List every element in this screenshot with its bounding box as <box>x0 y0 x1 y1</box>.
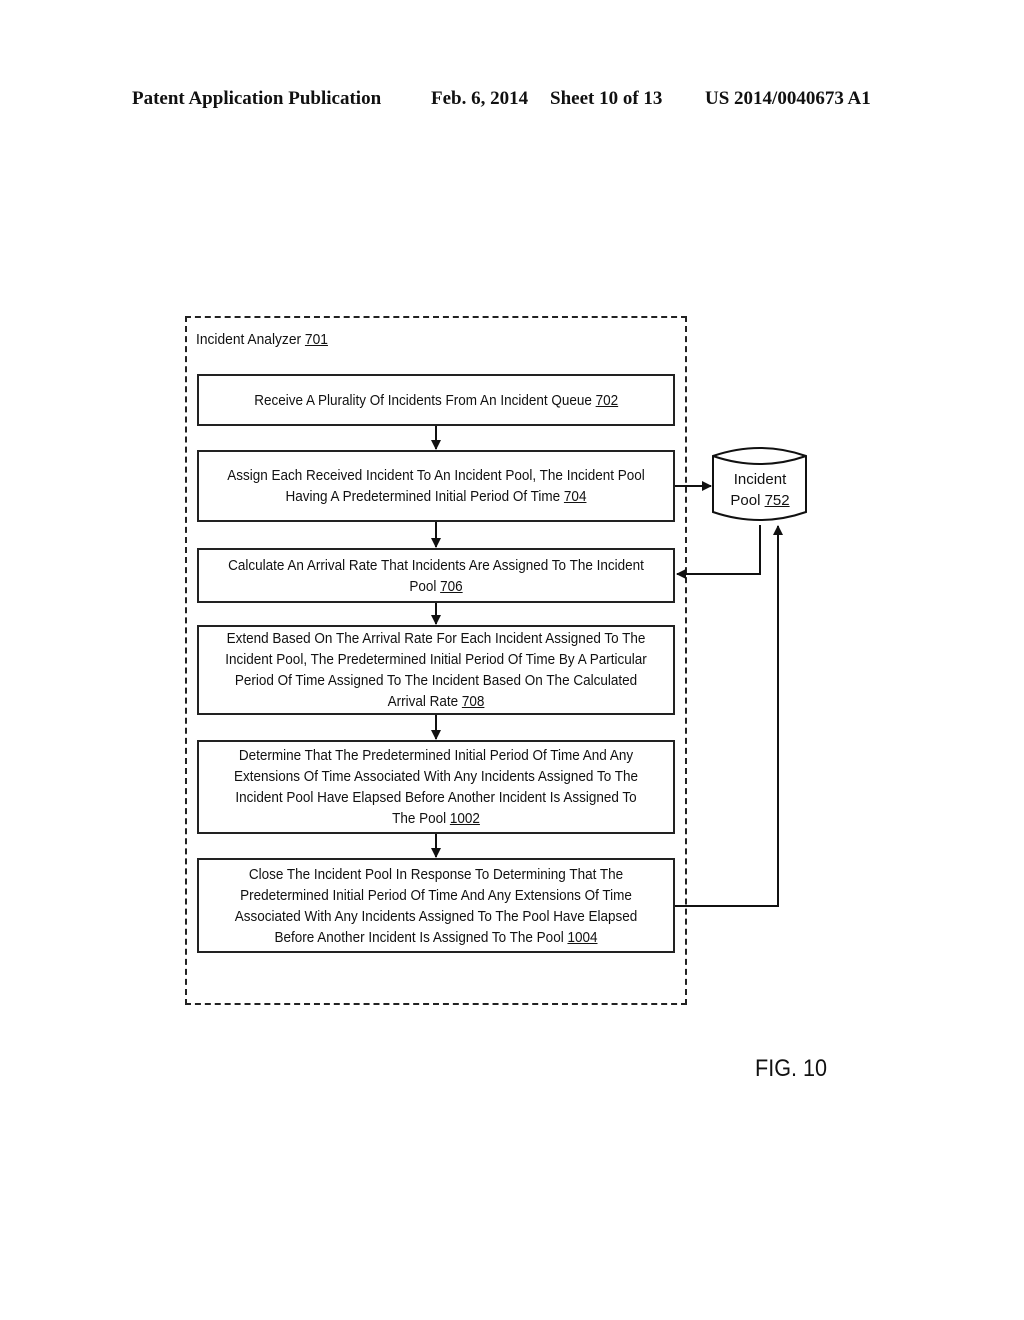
ref-number: 708 <box>461 693 485 710</box>
step-706-calculate-arrival-rate: Calculate An Arrival Rate That Incidents… <box>197 548 675 603</box>
step-704-assign-incident: Assign Each Received Incident To An Inci… <box>197 450 675 522</box>
step-702-receive-incidents: Receive A Plurality Of Incidents From An… <box>197 374 675 426</box>
arrow-1004-to-pool <box>675 525 783 907</box>
step-708-extend-period: Extend Based On The Arrival Rate For Eac… <box>197 625 675 715</box>
step-1004-close-pool: Close The Incident Pool In Response To D… <box>197 858 675 953</box>
incident-pool-label: Incident Pool 752 <box>730 471 790 509</box>
ref-number: 706 <box>440 577 463 595</box>
figure-label: FIG. 10 <box>755 1055 828 1082</box>
step-1002-determine-elapsed: Determine That The Predetermined Initial… <box>197 740 675 834</box>
arrow-pool-to-706 <box>676 525 761 579</box>
ref-number: 702 <box>595 391 618 409</box>
ref-number: 704 <box>563 488 587 505</box>
ref-number: 1004 <box>567 928 598 946</box>
ref-number: 752 <box>764 492 790 509</box>
ref-number: 1002 <box>449 810 480 827</box>
